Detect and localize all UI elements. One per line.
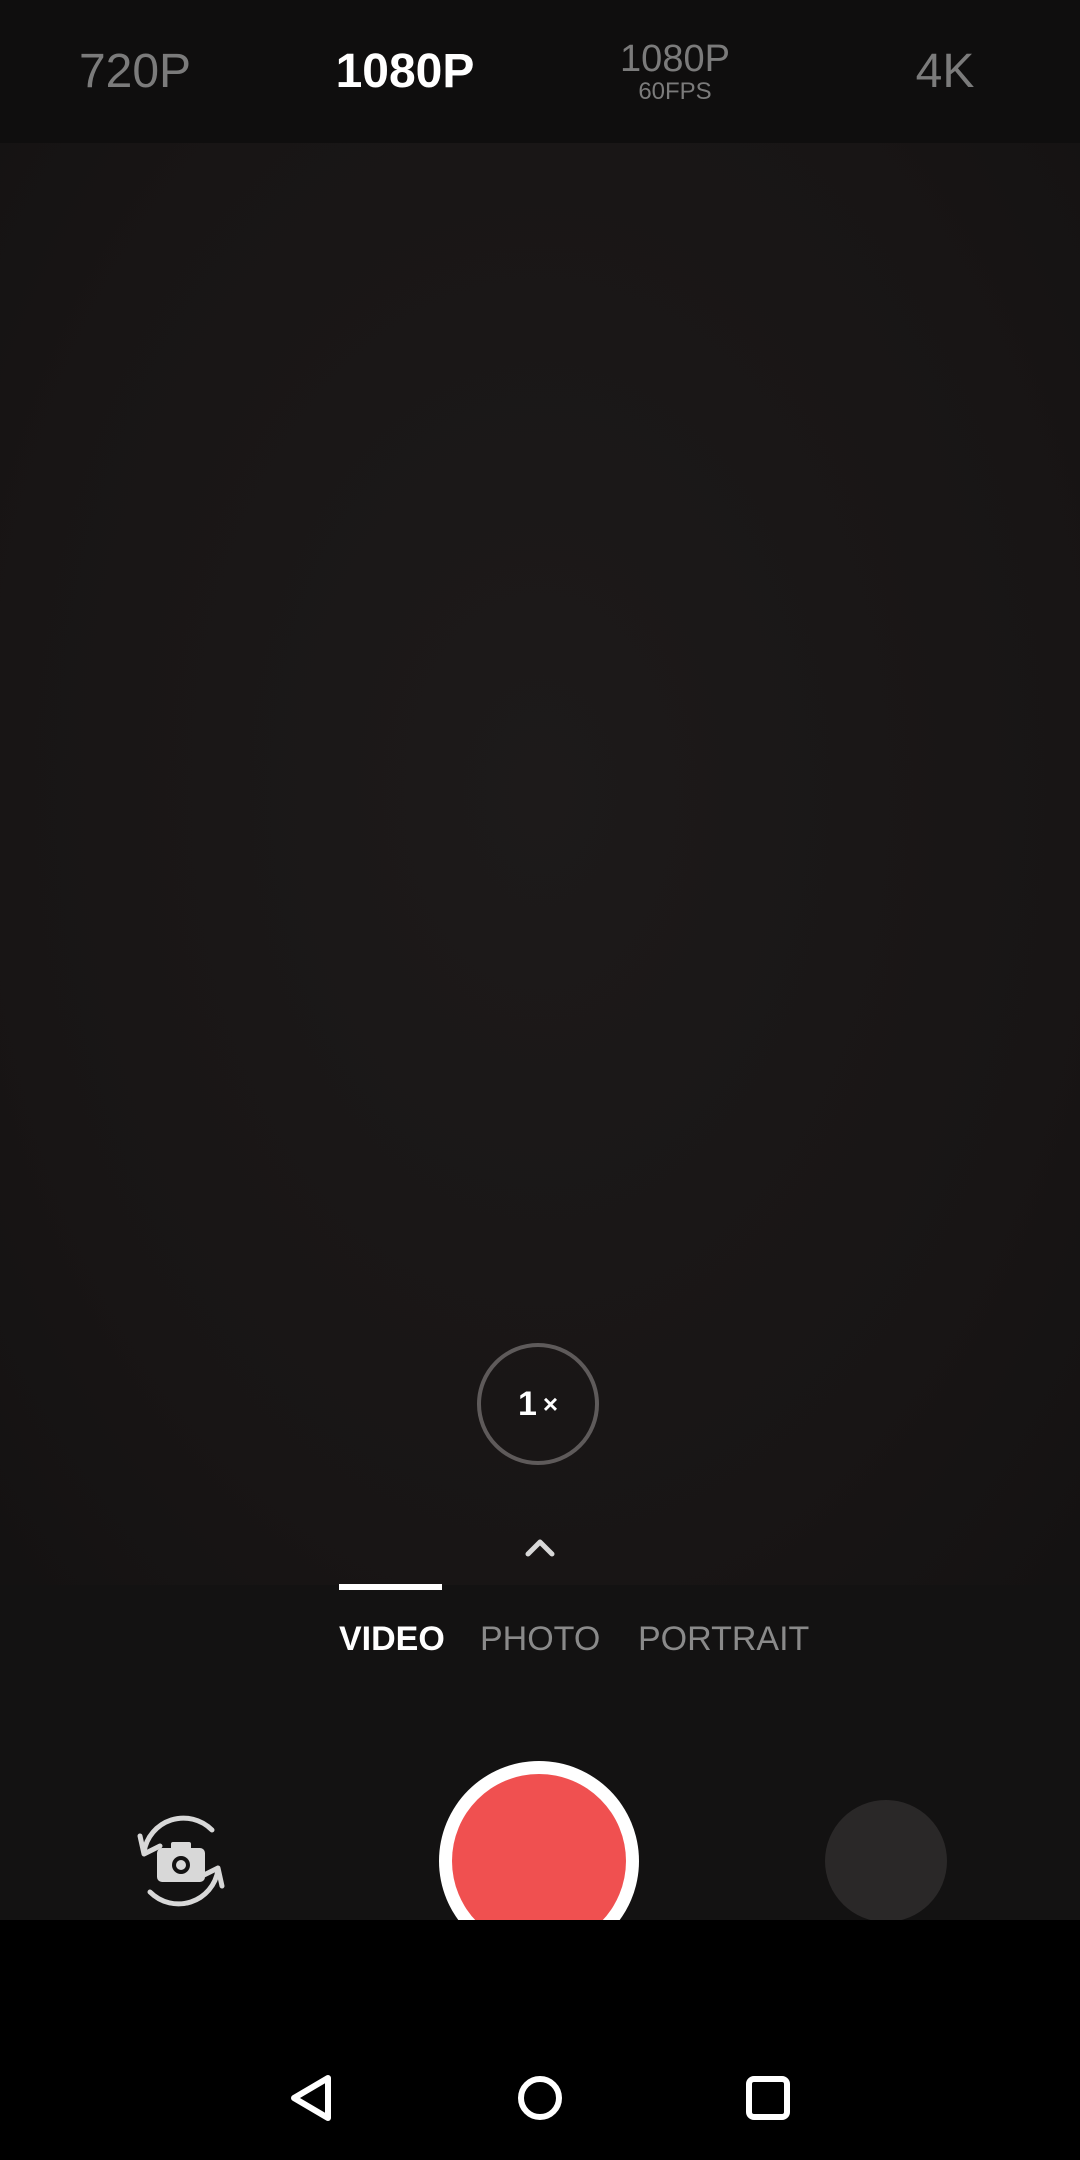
resolution-label: 1080P [335, 44, 475, 98]
mode-portrait[interactable]: PORTRAIT [638, 1620, 809, 1660]
back-icon[interactable] [284, 2070, 340, 2126]
camera-screen: 720P 1080P 1080P 60FPS 4K 1 × VIDEO PHOTO… [0, 0, 1080, 2160]
resolution-label: 720P [78, 44, 192, 98]
mode-video[interactable]: VIDEO [339, 1620, 445, 1660]
gallery-thumbnail[interactable] [825, 1800, 947, 1922]
resolution-1080p[interactable]: 1080P [330, 0, 480, 143]
resolution-sublabel: 60FPS [638, 77, 712, 105]
resolution-720p[interactable]: 720P [60, 0, 210, 143]
chevron-up-icon[interactable] [520, 1528, 560, 1568]
mode-photo[interactable]: PHOTO [480, 1620, 600, 1660]
zoom-value: 1 [517, 1384, 537, 1423]
resolution-4k[interactable]: 4K [870, 0, 1020, 143]
zoom-suffix: × [542, 1388, 559, 1419]
mode-indicator [339, 1584, 442, 1590]
zoom-button[interactable]: 1 × [477, 1343, 599, 1465]
recents-icon[interactable] [740, 2070, 796, 2126]
resolution-label: 4K [915, 44, 975, 98]
home-icon[interactable] [512, 2070, 568, 2126]
resolution-bar: 720P 1080P 1080P 60FPS 4K [0, 0, 1080, 143]
resolution-label: 1080P [620, 37, 730, 80]
camera-flip-icon[interactable] [126, 1806, 236, 1916]
resolution-1080p-60fps[interactable]: 1080P 60FPS [600, 0, 750, 143]
